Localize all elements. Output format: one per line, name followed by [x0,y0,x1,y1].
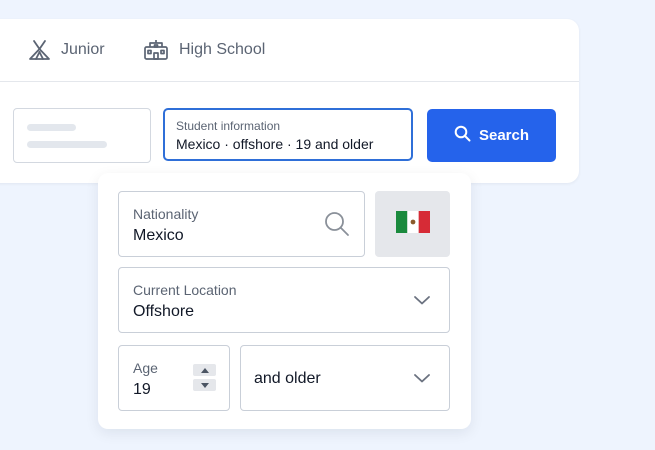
age-value[interactable]: 19 [133,381,151,399]
age-field[interactable]: Age 19 [118,345,230,411]
age-increment-button[interactable] [193,364,216,376]
skeleton-line [27,141,107,148]
nationality-label: Nationality [133,206,199,222]
age-decrement-button[interactable] [193,379,216,391]
current-location-select[interactable]: Current Location Offshore [118,267,450,333]
nationality-value: Mexico [133,227,184,244]
tabs-bar: Junior High School [0,19,579,82]
mexico-flag-icon [395,210,430,238]
nationality-flag-button[interactable] [375,191,450,257]
tab-junior[interactable]: Junior [28,19,105,81]
current-location-label: Current Location [133,282,237,298]
school-icon [143,39,169,61]
nationality-field[interactable]: Nationality Mexico [118,191,365,257]
tab-high-school[interactable]: High School [143,19,265,81]
search-icon[interactable] [324,211,350,242]
tent-icon [28,39,51,61]
tab-high-school-label: High School [179,41,266,58]
chevron-down-icon [413,371,431,389]
age-range-select[interactable]: and older [240,345,450,411]
age-range-value: and older [254,370,321,387]
student-information-field[interactable]: Student information Mexico · offshore · … [163,108,413,161]
tab-junior-label: Junior [61,41,105,58]
collapsed-filter-field[interactable] [13,108,151,163]
current-location-value: Offshore [133,303,195,320]
search-button[interactable]: Search [427,109,556,162]
age-label: Age [133,360,158,376]
chevron-down-icon [413,293,431,311]
search-icon [454,125,471,146]
student-information-label: Student information [176,119,281,133]
student-information-value: Mexico · offshore · 19 and older [176,136,374,152]
age-stepper [193,364,216,394]
skeleton-line [27,124,76,131]
search-button-label: Search [478,127,530,144]
